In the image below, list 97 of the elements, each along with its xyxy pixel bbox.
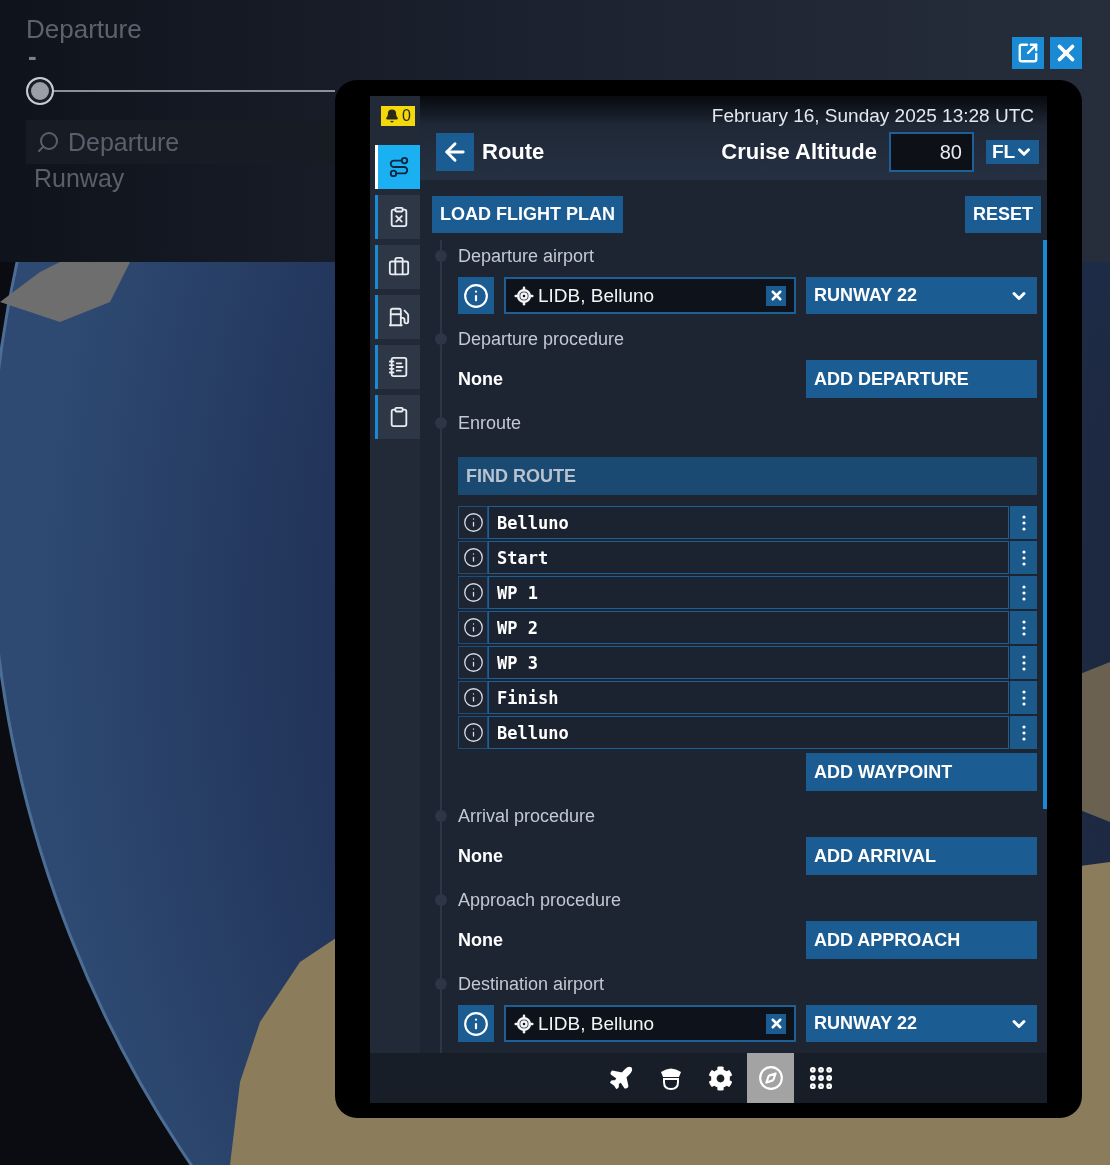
find-route-button[interactable]: FIND ROUTE: [458, 457, 1037, 495]
airport-field[interactable]: LIDB, Belluno: [504, 277, 796, 314]
more-button[interactable]: [1010, 681, 1037, 714]
info-button[interactable]: [458, 646, 488, 679]
value-text: -: [28, 41, 37, 71]
info-icon: [462, 687, 484, 708]
clipboard-icon: [388, 406, 410, 428]
altitude-input[interactable]: 80: [889, 132, 974, 172]
more-button[interactable]: [1010, 646, 1037, 679]
vertical-dots-icon: [1021, 619, 1026, 636]
search-icon: [36, 130, 60, 154]
info-button[interactable]: [458, 611, 488, 644]
unit-dropdown[interactable]: FL: [986, 140, 1039, 164]
info-icon: [463, 282, 489, 309]
waypoint-field[interactable]: Finish: [488, 681, 1009, 714]
vertical-dots-icon: [1021, 654, 1026, 671]
airport-field[interactable]: LIDB, Belluno: [504, 1005, 796, 1042]
info-button[interactable]: [458, 576, 488, 609]
briefcase-icon: [388, 256, 410, 278]
runway-dropdown[interactable]: RUNWAY 22: [806, 1005, 1037, 1042]
vertical-dots-icon: [1021, 724, 1026, 741]
slider-thumb[interactable]: [26, 77, 54, 105]
vertical-dots-icon: [1021, 514, 1026, 531]
slider-track[interactable]: [26, 77, 335, 105]
airport-value: LIDB, Belluno: [538, 1012, 655, 1035]
section-label: Arrival procedure: [458, 805, 596, 827]
info-icon: [462, 582, 484, 603]
info-icon: [463, 1010, 489, 1037]
more-button[interactable]: [1010, 576, 1037, 609]
document-icon: [388, 356, 410, 378]
scrollbar[interactable]: [1043, 240, 1047, 810]
sidebar-tab[interactable]: [375, 345, 420, 389]
info-button[interactable]: [458, 506, 488, 539]
sidebar-tab[interactable]: [375, 395, 420, 439]
waypoint-field[interactable]: WP 2: [488, 611, 1009, 644]
waypoint-field[interactable]: Start: [488, 541, 1009, 574]
runway-label: Runway: [34, 164, 125, 192]
waypoint-field[interactable]: WP 3: [488, 646, 1009, 679]
info-button[interactable]: [458, 277, 494, 314]
vertical-dots-icon: [1021, 549, 1026, 566]
external-link-icon: [1017, 42, 1039, 64]
procedure-value: None: [458, 368, 503, 390]
sidebar-tab[interactable]: [375, 195, 420, 239]
info-button[interactable]: [458, 1005, 494, 1042]
popout-button[interactable]: [1012, 37, 1044, 69]
date-time: February 16, Sunday 2025 13:28 UTC: [710, 104, 1035, 128]
notification-badge[interactable]: 0: [381, 106, 415, 126]
add-procedure-button[interactable]: ADD DEPARTURE: [806, 360, 1037, 398]
plane-icon: [607, 1065, 634, 1091]
info-icon: [462, 547, 484, 568]
more-button[interactable]: [1010, 506, 1037, 539]
route-icon: [388, 156, 410, 178]
fuel-pump-icon: [388, 306, 410, 328]
add-waypoint-button[interactable]: ADD WAYPOINT: [806, 753, 1037, 791]
sidebar-tab[interactable]: [375, 245, 420, 289]
load-flight-plan-button[interactable]: LOAD FLIGHT PLAN: [432, 196, 623, 233]
vertical-dots-icon: [1021, 584, 1026, 601]
section-label: Departure procedure: [458, 328, 625, 350]
more-button[interactable]: [1010, 611, 1037, 644]
back-button[interactable]: [436, 133, 474, 171]
settings-icon: [708, 1065, 733, 1091]
add-procedure-button[interactable]: ADD ARRIVAL: [806, 837, 1037, 875]
waypoint-field[interactable]: Belluno: [488, 716, 1009, 749]
add-procedure-button[interactable]: ADD APPROACH: [806, 921, 1037, 959]
section-label: Enroute: [458, 412, 522, 434]
waypoint-field[interactable]: Belluno: [488, 506, 1009, 539]
runway-dropdown[interactable]: RUNWAY 22: [806, 277, 1037, 314]
page-title: Route: [482, 139, 546, 165]
info-icon: [462, 617, 484, 638]
waypoint-field[interactable]: WP 1: [488, 576, 1009, 609]
vertical-dots-icon: [1021, 689, 1026, 706]
panel-title: Departure: [26, 14, 142, 44]
clipboard-x-icon: [388, 206, 410, 228]
crosshair-icon: [514, 285, 534, 306]
more-button[interactable]: [1010, 541, 1037, 574]
more-button[interactable]: [1010, 716, 1037, 749]
section-label: Approach procedure: [458, 889, 622, 911]
procedure-value: None: [458, 845, 503, 867]
reset-button[interactable]: RESET: [965, 196, 1041, 233]
airport-value: LIDB, Belluno: [538, 284, 655, 307]
info-icon: [462, 512, 484, 533]
compass-icon: [757, 1065, 784, 1091]
bell-icon: [385, 109, 400, 123]
clear-button[interactable]: [766, 285, 786, 306]
cruise-altitude-label: Cruise Altitude: [721, 139, 877, 165]
clear-button[interactable]: [766, 1013, 786, 1034]
section-label: Destination airport: [458, 973, 605, 995]
info-icon: [462, 722, 484, 743]
section-label: Departure airport: [458, 245, 595, 267]
procedure-value: None: [458, 929, 503, 951]
info-button[interactable]: [458, 681, 488, 714]
sidebar-tab[interactable]: [375, 295, 420, 339]
close-button[interactable]: [1050, 37, 1082, 69]
info-icon: [462, 652, 484, 673]
crosshair-icon: [514, 1013, 534, 1034]
info-button[interactable]: [458, 716, 488, 749]
info-button[interactable]: [458, 541, 488, 574]
